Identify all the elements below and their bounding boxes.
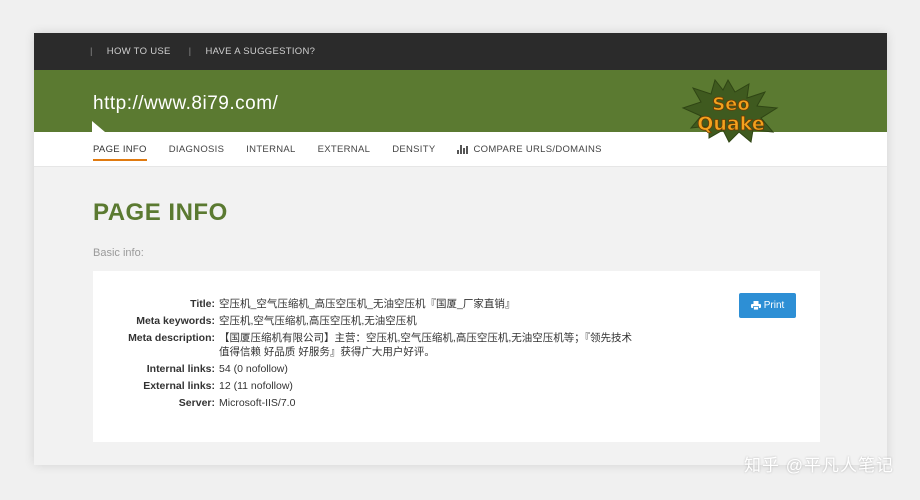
suggestion-link[interactable]: HAVE A SUGGESTION?: [205, 46, 315, 57]
seoquake-window: | HOW TO USE | HAVE A SUGGESTION? http:/…: [34, 33, 887, 465]
print-button[interactable]: Print: [739, 293, 796, 318]
nav-separator: |: [188, 46, 192, 57]
page-title: PAGE INFO: [93, 199, 228, 226]
tab-page-info[interactable]: PAGE INFO: [93, 138, 147, 161]
how-to-use-link[interactable]: HOW TO USE: [107, 46, 171, 57]
info-value: 【国厦压缩机有限公司】主营：空压机,空气压缩机,高压空压机,无油空压机等；『领先…: [219, 332, 632, 358]
info-row-server: Server: Microsoft-IIS/7.0: [93, 396, 733, 410]
info-label: Meta keywords:: [136, 315, 215, 327]
info-value: 空压机,空气压缩机,高压空压机,无油空压机: [219, 315, 417, 327]
info-value: Microsoft-IIS/7.0: [219, 397, 296, 409]
header-bar: http://www.8i79.com/ Seo Quake: [34, 70, 887, 143]
seoquake-logo-icon: Seo Quake: [681, 78, 779, 143]
tab-internal[interactable]: INTERNAL: [246, 138, 295, 161]
info-row-title: Title: 空压机_空气压缩机_高压空压机_无油空压机『国厦_厂家直销』: [93, 297, 733, 311]
tab-external[interactable]: EXTERNAL: [318, 138, 371, 161]
info-value: 12 (11 nofollow): [219, 380, 293, 392]
info-value: 54 (0 nofollow): [219, 363, 288, 375]
info-rows: Title: 空压机_空气压缩机_高压空压机_无油空压机『国厦_厂家直销』 Me…: [93, 297, 733, 413]
nav-separator: |: [90, 46, 93, 57]
print-label: Print: [763, 300, 785, 311]
tab-density[interactable]: DENSITY: [392, 138, 435, 161]
logo-text-quake: Quake: [697, 113, 765, 135]
basic-info-card: Title: 空压机_空气压缩机_高压空压机_无油空压机『国厦_厂家直销』 Me…: [93, 271, 820, 442]
info-row-meta-keywords: Meta keywords: 空压机,空气压缩机,高压空压机,无油空压机: [93, 314, 733, 328]
section-subtitle: Basic info:: [93, 247, 144, 259]
zhihu-watermark: 知乎 @平凡人笔记: [744, 456, 894, 475]
info-label: External links:: [143, 380, 215, 392]
tab-compare-label: COMPARE URLS/DOMAINS: [473, 143, 602, 155]
info-label: Server:: [178, 397, 215, 409]
info-row-external-links: External links: 12 (11 nofollow): [93, 379, 733, 393]
info-row-internal-links: Internal links: 54 (0 nofollow): [93, 362, 733, 376]
page-url: http://www.8i79.com/: [93, 93, 279, 114]
info-label: Meta description:: [128, 332, 215, 344]
info-value: 空压机_空气压缩机_高压空压机_无油空压机『国厦_厂家直销』: [219, 298, 516, 310]
tab-compare-urls[interactable]: COMPARE URLS/DOMAINS: [457, 138, 601, 161]
logo-text-seo: Seo: [712, 94, 750, 115]
info-label: Internal links:: [146, 363, 215, 375]
active-tab-pointer: [92, 121, 105, 132]
bar-chart-icon: [457, 144, 469, 154]
top-nav-bar: | HOW TO USE | HAVE A SUGGESTION?: [34, 33, 887, 70]
tab-diagnosis[interactable]: DIAGNOSIS: [169, 138, 225, 161]
printer-icon: [750, 301, 761, 310]
info-label: Title:: [190, 298, 215, 310]
info-row-meta-description: Meta description: 【国厦压缩机有限公司】主营：空压机,空气压缩…: [93, 331, 733, 359]
